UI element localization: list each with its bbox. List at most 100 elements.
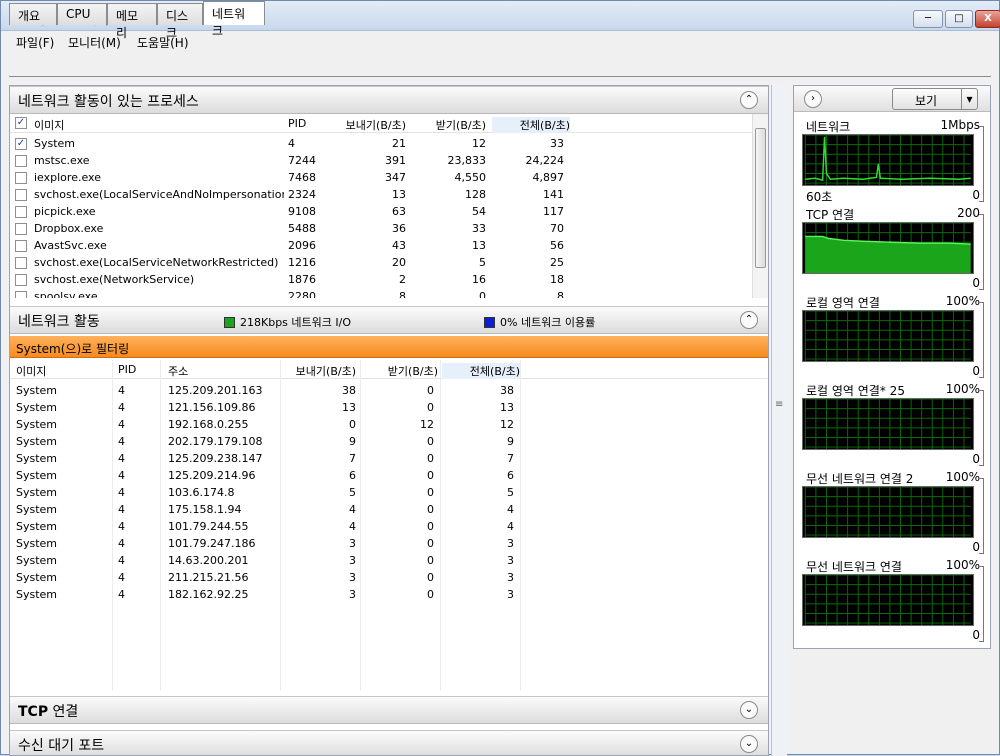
col-total[interactable]: 전체(B/초) — [492, 117, 570, 133]
filter-banner: System(으)로 필터링 — [10, 336, 768, 358]
process-row[interactable]: ✓ System 4 21 12 33 — [10, 136, 752, 153]
activity-row[interactable]: System 4 14.63.200.201 3 0 3 — [10, 553, 768, 570]
process-row[interactable]: spoolsv.exe 2280 8 0 8 — [10, 289, 752, 298]
collapse-activity-icon[interactable]: ⌃ — [740, 311, 758, 329]
process-checkbox[interactable] — [15, 240, 27, 252]
menu-help[interactable]: 도움말(H) — [137, 34, 189, 51]
collapse-processes-icon[interactable]: ⌃ — [740, 91, 758, 109]
activity-row[interactable]: System 4 101.79.247.186 3 0 3 — [10, 536, 768, 553]
pane-splitter[interactable]: ≡ — [771, 85, 787, 756]
graph-pane: › 보기 ▾ 네트워크 1Mbps 60초 0 TCP 연결 200 0 로컬 영역 연결 10… — [793, 85, 991, 649]
process-row[interactable]: iexplore.exe 7468 347 4,550 4,897 — [10, 170, 752, 187]
graph-max: 200 — [957, 206, 980, 220]
expand-tcp-icon[interactable]: ⌄ — [740, 701, 758, 719]
process-checkbox[interactable] — [15, 274, 27, 286]
expand-graphs-icon[interactable]: › — [804, 90, 822, 108]
col-total[interactable]: 전체(B/초) — [442, 363, 520, 379]
network-usage-label: 0% 네트워크 이용률 — [500, 316, 596, 329]
processes-column-header: ✓ 이미지 PID 보내기(B/초) 받기(B/초) 전체(B/초) — [10, 114, 768, 133]
graph-min: 0 — [972, 276, 980, 290]
activity-row[interactable]: System 4 192.168.0.255 0 12 12 — [10, 417, 768, 434]
process-total: 117 — [543, 205, 564, 218]
expand-listen-icon[interactable]: ⌄ — [740, 735, 758, 753]
maximize-button[interactable]: □ — [945, 10, 973, 28]
col-send[interactable]: 보내기(B/초) — [282, 363, 356, 379]
tcp-section-header[interactable]: TCP 연결 ⌄ — [10, 696, 768, 724]
col-recv[interactable]: 받기(B/초) — [362, 363, 438, 379]
process-image: picpick.exe — [34, 205, 96, 218]
activity-address: 14.63.200.201 — [168, 554, 249, 567]
activity-total: 3 — [507, 554, 514, 567]
activity-pid: 4 — [118, 486, 125, 499]
chevron-down-icon[interactable]: ▾ — [961, 89, 977, 109]
col-pid[interactable]: PID — [288, 117, 306, 133]
tab-network[interactable]: 네트워크 — [203, 1, 265, 38]
process-send: 20 — [392, 256, 406, 269]
minimize-button[interactable]: ─ — [913, 10, 943, 28]
process-row[interactable]: svchost.exe(LocalServiceAndNoImpersonati… — [10, 187, 752, 204]
process-row[interactable]: picpick.exe 9108 63 54 117 — [10, 204, 752, 221]
process-row[interactable]: Dropbox.exe 5488 36 33 70 — [10, 221, 752, 238]
tab-cpu[interactable]: CPU — [57, 3, 107, 25]
process-checkbox[interactable] — [15, 223, 27, 235]
graph-title: 로컬 영역 연결 — [806, 296, 880, 310]
activity-row[interactable]: System 4 103.6.174.8 5 0 5 — [10, 485, 768, 502]
tab-overview[interactable]: 개요 — [9, 3, 57, 25]
activity-row[interactable]: System 4 182.162.92.25 3 0 3 — [10, 587, 768, 604]
graph-min: 0 — [972, 188, 980, 202]
col-send[interactable]: 보내기(B/초) — [332, 117, 406, 133]
activity-row[interactable]: System 4 175.158.1.94 4 0 4 — [10, 502, 768, 519]
process-row[interactable]: svchost.exe(LocalServiceNetworkRestricte… — [10, 255, 752, 272]
process-row[interactable]: AvastSvc.exe 2096 43 13 56 — [10, 238, 752, 255]
process-checkbox[interactable] — [15, 206, 27, 218]
activity-total: 5 — [507, 486, 514, 499]
process-row[interactable]: mstsc.exe 7244 391 23,833 24,224 — [10, 153, 752, 170]
activity-row[interactable]: System 4 202.179.179.108 9 0 9 — [10, 434, 768, 451]
process-checkbox[interactable]: ✓ — [15, 138, 27, 150]
process-checkbox[interactable] — [15, 291, 27, 298]
activity-image: System — [16, 588, 58, 601]
col-address[interactable]: 주소 — [168, 363, 188, 379]
col-pid[interactable]: PID — [118, 363, 136, 379]
process-image: AvastSvc.exe — [34, 239, 107, 252]
graph-canvas — [802, 486, 974, 538]
tcp-section-title: TCP 연결 — [18, 704, 79, 720]
processes-scroll-thumb[interactable] — [755, 128, 766, 268]
view-dropdown[interactable]: 보기 ▾ — [892, 88, 978, 110]
activity-total: 3 — [507, 588, 514, 601]
listen-section-title: 수신 대기 포트 — [18, 738, 105, 754]
tab-disk[interactable]: 디스크 — [157, 3, 203, 40]
process-recv: 5 — [479, 256, 486, 269]
activity-row[interactable]: System 4 101.79.244.55 4 0 4 — [10, 519, 768, 536]
processes-section-header[interactable]: 네트워크 활동이 있는 프로세스 ⌃ — [10, 86, 768, 114]
activity-section-header[interactable]: 네트워크 활동 218Kbps 네트워크 I/O 0% 네트워크 이용률 ⌃ — [10, 306, 768, 334]
process-checkbox[interactable] — [15, 257, 27, 269]
process-checkbox[interactable] — [15, 155, 27, 167]
process-checkbox[interactable] — [15, 189, 27, 201]
activity-row[interactable]: System 4 125.209.201.163 38 0 38 — [10, 383, 768, 400]
graph-title: 무선 네트워크 연결 2 — [806, 472, 914, 486]
activity-pid: 4 — [118, 435, 125, 448]
processes-scrollbar[interactable] — [752, 114, 768, 298]
process-checkbox[interactable] — [15, 172, 27, 184]
activity-row[interactable]: System 4 121.156.109.86 13 0 13 — [10, 400, 768, 417]
listen-section-header[interactable]: 수신 대기 포트 ⌄ — [10, 730, 768, 755]
activity-send: 13 — [342, 401, 356, 414]
select-all-checkbox[interactable]: ✓ — [15, 117, 27, 129]
col-image[interactable]: 이미지 — [34, 117, 64, 133]
activity-recv: 0 — [427, 452, 434, 465]
activity-pid: 4 — [118, 520, 125, 533]
tab-memory[interactable]: 메모리 — [107, 3, 157, 40]
process-row[interactable]: svchost.exe(NetworkService) 1876 2 16 18 — [10, 272, 752, 289]
col-recv[interactable]: 받기(B/초) — [410, 117, 486, 133]
menu-monitor[interactable]: 모니터(M) — [68, 34, 121, 51]
close-button[interactable]: X — [975, 10, 1000, 28]
process-recv: 12 — [472, 137, 486, 150]
activity-send: 0 — [349, 418, 356, 431]
activity-row[interactable]: System 4 211.215.21.56 3 0 3 — [10, 570, 768, 587]
activity-row[interactable]: System 4 125.209.238.147 7 0 7 — [10, 451, 768, 468]
activity-row[interactable]: System 4 125.209.214.96 6 0 6 — [10, 468, 768, 485]
activity-image: System — [16, 418, 58, 431]
menu-file[interactable]: 파일(F) — [16, 34, 54, 51]
col-image[interactable]: 이미지 — [16, 363, 46, 379]
